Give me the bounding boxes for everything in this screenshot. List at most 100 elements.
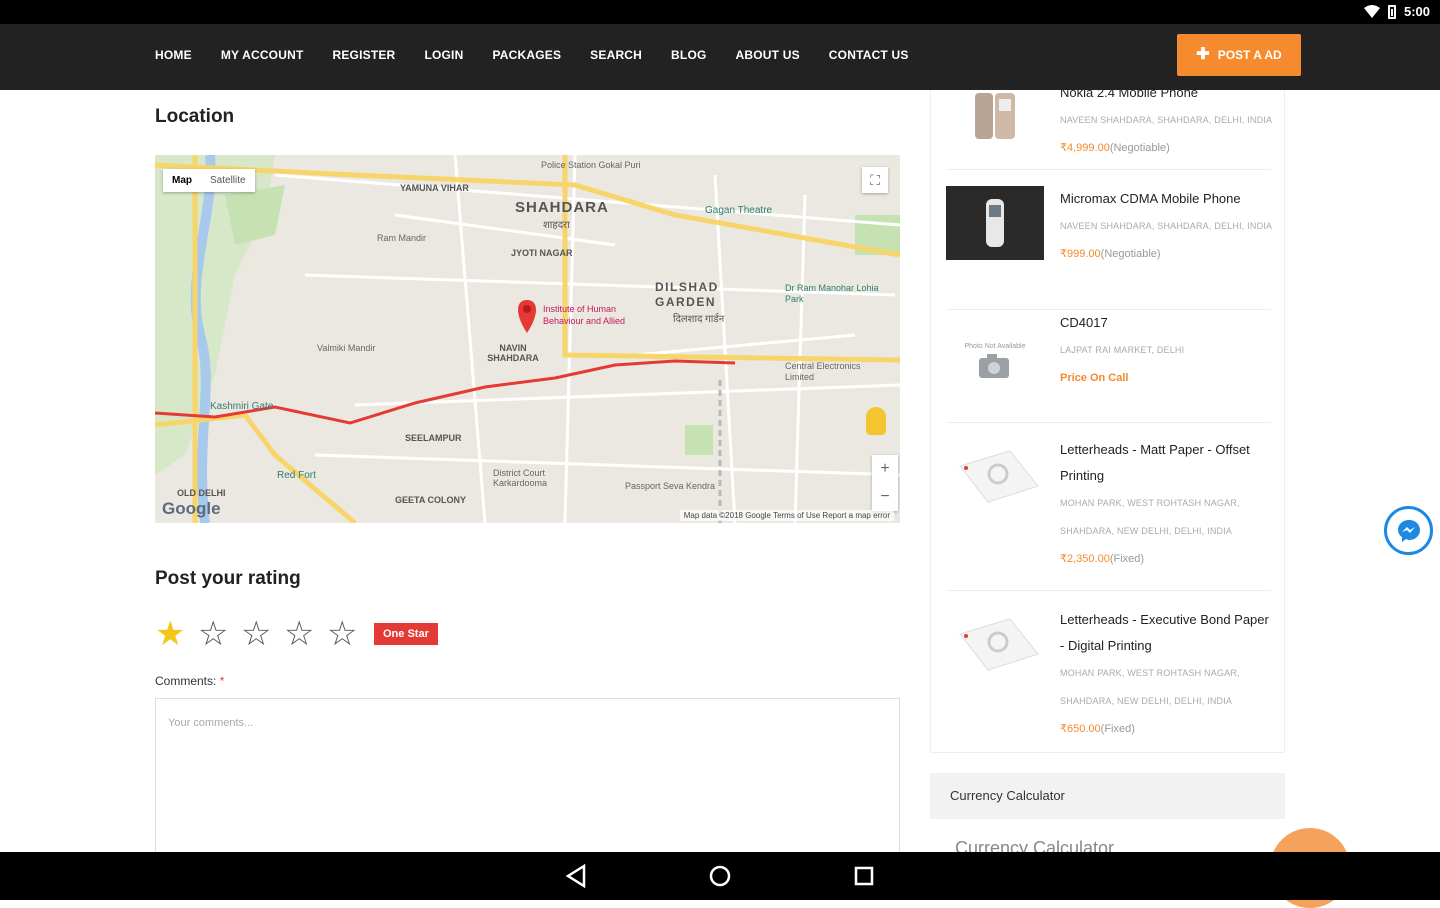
ad-location: NAVEEN SHAHDARA, SHAHDARA, DELHI, INDIA (1060, 115, 1273, 125)
map-label-yamuna-vihar: YAMUNA VIHAR (400, 183, 469, 193)
map-label-geeta-colony: GEETA COLONY (395, 495, 467, 505)
ad-price-value: ₹999.00 (1060, 248, 1101, 260)
letterhead-thumbnail[interactable] (946, 607, 1044, 681)
ad-price: ₹650.00(Fixed) (1060, 715, 1275, 743)
recents-icon[interactable] (850, 862, 878, 890)
fullscreen-icon[interactable]: ⛶ (862, 167, 888, 193)
phone-image-icon (986, 199, 1004, 247)
pegman-icon[interactable] (866, 407, 886, 435)
map-type-map-button[interactable]: Map (163, 169, 201, 192)
map-label-human-behaviour: Institute of Human Behaviour and Allied (543, 304, 626, 326)
rating-badge: One Star (374, 623, 438, 645)
ad-title[interactable]: CD4017 (1060, 310, 1275, 336)
letterhead-image-icon (959, 450, 1039, 503)
related-ads-card: Nokia 2.4 Mobile Phone NAVEEN SHAHDARA, … (930, 85, 1285, 753)
status-time: 5:00 (1403, 4, 1430, 19)
nav-link-contact-us[interactable]: CONTACT US (829, 48, 909, 62)
ad-title[interactable]: Micromax CDMA Mobile Phone (1060, 186, 1275, 212)
nav-link-about-us[interactable]: ABOUT US (736, 48, 800, 62)
ad-price-note: (Fixed) (1109, 553, 1145, 565)
nav-link-packages[interactable]: PACKAGES (492, 48, 561, 62)
nav-link-my-account[interactable]: MY ACCOUNT (221, 48, 304, 62)
nav-links: HOME MY ACCOUNT REGISTER LOGIN PACKAGES … (155, 48, 938, 62)
ad-location: NAVEEN SHAHDARA, SHAHDARA, DELHI, INDIA (1060, 221, 1273, 231)
nav-link-login[interactable]: LOGIN (424, 48, 463, 62)
map-label-passport: Passport Seva Kendra (625, 481, 716, 491)
required-mark: * (219, 674, 225, 688)
map-credit[interactable]: Map data ©2018 Google Terms of Use Repor… (679, 510, 894, 521)
map-label-gagan-theatre: Gagan Theatre (705, 205, 773, 216)
map-label-old-delhi: OLD DELHI (177, 488, 226, 498)
list-item[interactable]: Nokia 2.4 Mobile Phone NAVEEN SHAHDARA, … (946, 50, 1272, 170)
camera-icon (979, 353, 1009, 378)
map-label-seelampur: SEELAMPUR (405, 433, 462, 443)
star-1-icon[interactable]: ★ (155, 617, 198, 651)
ad-title[interactable]: Letterheads - Matt Paper - Offset Printi… (1060, 437, 1275, 489)
map-label-dilshad-garden: DILSHAD GARDEN (655, 280, 719, 309)
nav-link-home[interactable]: HOME (155, 48, 192, 62)
comments-label: Comments: * (155, 674, 224, 688)
messenger-icon (1397, 519, 1420, 542)
map-label-kashmiri-gate: Kashmiri Gate (210, 401, 274, 412)
photo-placeholder-text: Photo Not Available (964, 342, 1026, 350)
ad-price-value: ₹2,350.00 (1060, 553, 1110, 565)
ad-price-note: (Fixed) (1100, 723, 1135, 735)
map-label-dilshad-hi: दिलशाद गार्डन (673, 314, 725, 325)
map-label-ram-mandir: Ram Mandir (377, 233, 427, 243)
rating-title: Post your rating (155, 568, 301, 589)
star-2-icon[interactable]: ☆ (198, 617, 241, 651)
nav-link-register[interactable]: REGISTER (332, 48, 395, 62)
android-status-bar: 5:00 (0, 0, 1440, 24)
ad-price-value: ₹4,999.00 (1060, 142, 1110, 154)
ad-price-value: ₹650.00 (1060, 723, 1101, 735)
ad-price-note: (Negotiable) (1109, 142, 1170, 154)
zoom-control: + − (872, 455, 898, 511)
location-map[interactable]: SHAHDARA शाहदरा YAMUNA VIHAR DILSHAD GAR… (155, 155, 900, 523)
star-3-icon[interactable]: ☆ (241, 617, 284, 651)
phone-image-icon (975, 93, 1015, 139)
map-label-shahdara-hi: शाहदरा (543, 220, 570, 231)
back-icon[interactable] (562, 862, 590, 890)
nav-link-search[interactable]: SEARCH (590, 48, 642, 62)
star-rating: ★ ☆ ☆ ☆ ☆ One Star (155, 617, 438, 651)
map-label-police: Police Station Gokal Puri (541, 160, 641, 170)
list-item[interactable]: Letterheads - Executive Bond Paper - Dig… (946, 591, 1271, 751)
map-type-satellite-button[interactable]: Satellite (201, 169, 255, 192)
battery-icon (1387, 4, 1396, 19)
nav-link-blog[interactable]: BLOG (671, 48, 706, 62)
google-logo: Google (162, 499, 221, 518)
ad-title[interactable]: Letterheads - Executive Bond Paper - Dig… (1060, 607, 1275, 659)
map-label-ram-manohar: Dr Ram Manohar Lohia Park (785, 283, 879, 304)
ad-title[interactable]: Nokia 2.4 Mobile Phone (1060, 80, 1275, 106)
ad-price: Price On Call (1060, 364, 1275, 392)
ad-location: MOHAN PARK, WEST ROHTASH NAGAR, SHAHDARA… (1060, 498, 1240, 536)
list-item[interactable]: Photo Not Available CD4017 LAJPAT RAI MA… (946, 310, 1271, 423)
map-label-red-fort: Red Fort (277, 470, 316, 481)
ad-price-note: (Negotiable) (1100, 248, 1161, 260)
zoom-out-button[interactable]: − (872, 483, 898, 511)
letterhead-image-icon (959, 618, 1039, 671)
star-4-icon[interactable]: ☆ (284, 617, 327, 651)
ad-location: MOHAN PARK, WEST ROHTASH NAGAR, SHAHDARA… (1060, 668, 1240, 706)
ad-price: ₹4,999.00(Negotiable) (1060, 134, 1275, 162)
ad-price: ₹999.00(Negotiable) (1060, 240, 1275, 268)
phone-thumbnail[interactable] (946, 186, 1044, 260)
list-item[interactable]: Letterheads - Matt Paper - Offset Printi… (946, 423, 1271, 591)
zoom-in-button[interactable]: + (872, 455, 898, 483)
status-icons: 5:00 (1363, 4, 1430, 19)
map-type-control: Map Satellite (163, 169, 255, 192)
comments-input[interactable] (155, 698, 900, 868)
location-title: Location (155, 106, 235, 127)
phone-thumbnail[interactable] (946, 80, 1044, 154)
home-icon[interactable] (706, 862, 734, 890)
currency-calculator-header: Currency Calculator (930, 773, 1285, 819)
messenger-chat-button[interactable] (1384, 506, 1433, 555)
list-item[interactable]: Micromax CDMA Mobile Phone NAVEEN SHAHDA… (946, 172, 1272, 310)
map-label-jyoti-nagar: JYOTI NAGAR (511, 248, 573, 258)
map-label-navin-shahdara: NAVIN SHAHDARA (487, 343, 539, 363)
letterhead-thumbnail[interactable] (946, 439, 1044, 513)
map-label-shahdara: SHAHDARA (515, 199, 609, 216)
map-label-central-electronics: Central Electronics Limited (785, 361, 861, 382)
star-5-icon[interactable]: ☆ (327, 617, 370, 651)
photo-placeholder[interactable]: Photo Not Available (946, 324, 1044, 398)
